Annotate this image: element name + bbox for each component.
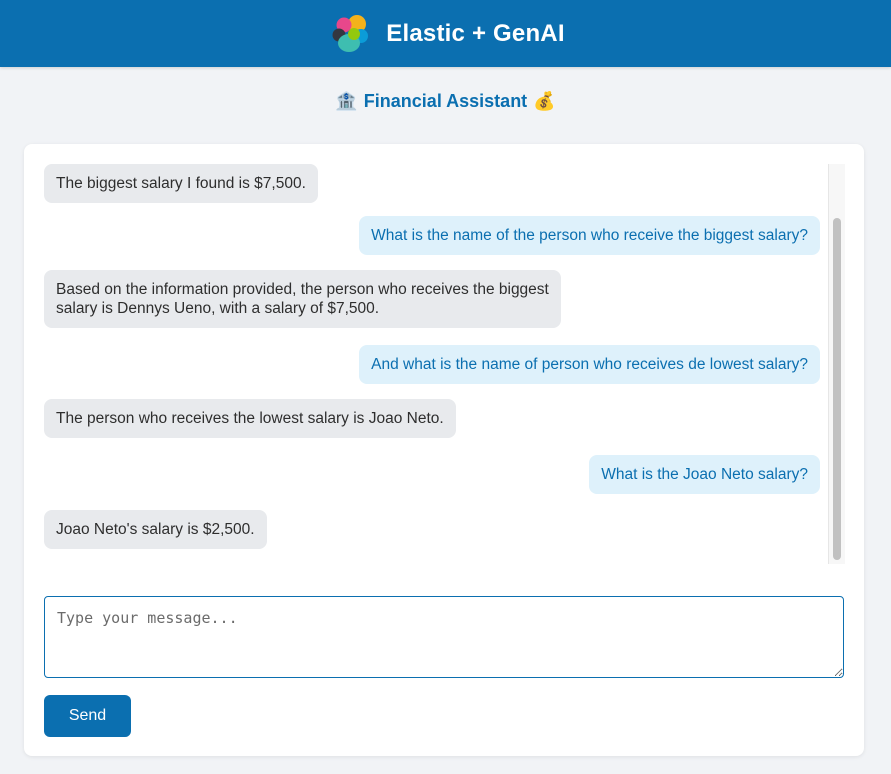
assistant-message: The person who receives the lowest salar… (44, 399, 456, 438)
user-message: What is the Joao Neto salary? (589, 455, 820, 494)
chat-card: The biggest salary I found is $7,500. Wh… (24, 144, 864, 756)
assistant-message: Based on the information provided, the p… (44, 270, 561, 328)
assistant-title: Financial Assistant (363, 90, 528, 111)
chat-scrollbar-thumb[interactable] (833, 218, 841, 560)
chat-scrollbar[interactable] (828, 164, 845, 564)
elastic-logo-icon (332, 14, 369, 52)
assistant-message: Joao Neto's salary is $2,500. (44, 510, 267, 549)
message-input[interactable] (44, 596, 844, 678)
money-bag-icon: 💰 (533, 91, 556, 111)
app-title: Elastic + GenAI (386, 19, 565, 47)
assistant-title-row: 🏦 Financial Assistant 💰 (0, 88, 891, 114)
user-message: What is the name of the person who recei… (359, 216, 820, 255)
app-header: Elastic + GenAI (0, 0, 891, 67)
bank-icon: 🏦 (335, 91, 358, 111)
assistant-message: The biggest salary I found is $7,500. (44, 164, 318, 203)
chat-history[interactable]: The biggest salary I found is $7,500. Wh… (44, 164, 844, 564)
user-message: And what is the name of person who recei… (359, 345, 820, 384)
header-branding: Elastic + GenAI (330, 13, 565, 55)
send-button[interactable]: Send (44, 695, 131, 737)
